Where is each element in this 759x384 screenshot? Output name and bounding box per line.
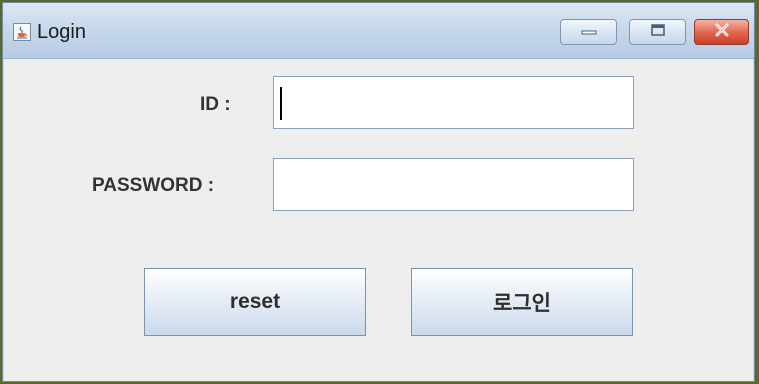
minimize-icon (580, 23, 598, 41)
close-icon (713, 23, 731, 42)
id-input[interactable] (273, 76, 634, 129)
title-bar[interactable]: Login (3, 3, 754, 59)
window-title: Login (37, 21, 86, 43)
maximize-icon (649, 23, 667, 42)
password-input[interactable] (273, 158, 634, 211)
minimize-button[interactable] (560, 19, 617, 45)
java-cup-icon (13, 23, 31, 41)
login-button-label: 로그인 (493, 292, 551, 315)
password-label: PASSWORD : (92, 175, 215, 196)
login-button[interactable]: 로그인 (411, 268, 633, 336)
reset-button[interactable]: reset (144, 268, 366, 336)
maximize-button[interactable] (629, 19, 686, 45)
id-label: ID : (200, 94, 231, 115)
text-caret (280, 87, 282, 120)
close-button[interactable] (694, 19, 749, 45)
reset-button-label: reset (229, 290, 281, 313)
